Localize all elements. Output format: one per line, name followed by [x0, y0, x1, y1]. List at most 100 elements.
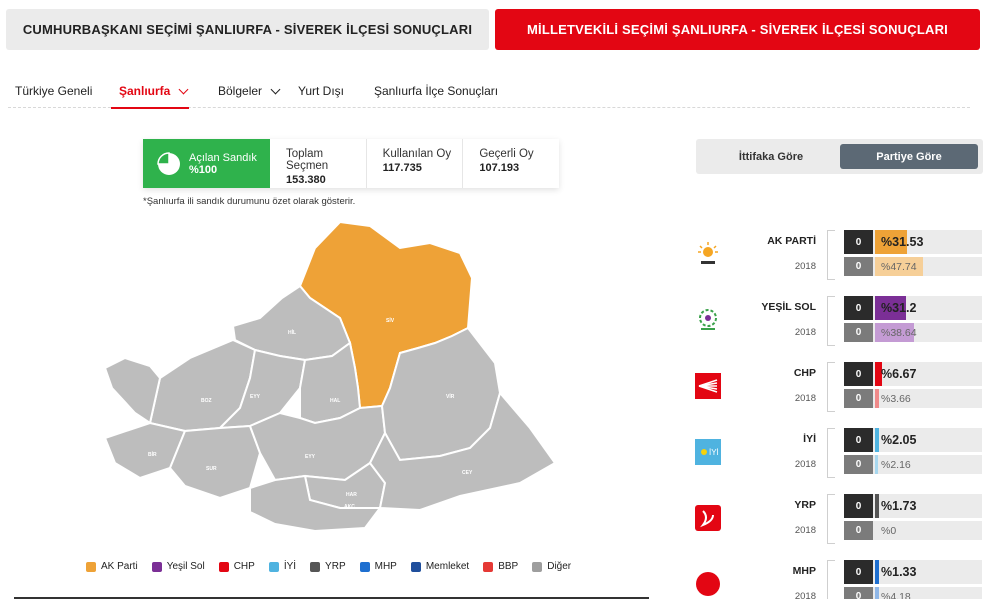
party-row[interactable]: YRP 2018 0 %1.73 0 %0	[694, 492, 984, 544]
legend-swatch	[151, 561, 162, 572]
map-district[interactable]	[103, 356, 162, 425]
seat-count: 0	[844, 560, 873, 584]
votes-used-stat: Kullanılan Oy 117.735	[367, 139, 464, 188]
map-district[interactable]	[168, 424, 262, 500]
by-party-tab[interactable]: Partiye Göre	[840, 144, 978, 169]
row-bracket	[827, 428, 835, 478]
vote-share: %6.67	[881, 367, 917, 381]
map-label: HİL	[288, 329, 296, 336]
legend-item: Memleket	[410, 561, 469, 572]
map-label: SİV	[386, 317, 395, 324]
seat-count: 0	[844, 428, 873, 452]
legend-swatch	[86, 561, 96, 572]
row-bracket	[827, 296, 835, 346]
opened-ballots-stat: Açılan Sandık %100	[143, 139, 270, 188]
previous-year: 2018	[794, 591, 816, 599]
map-label: HAL	[330, 398, 340, 404]
previous-seat-count: 0	[844, 257, 873, 276]
nav-label: Yurt Dışı	[298, 84, 345, 98]
by-alliance-tab[interactable]: İttifaka Göre	[701, 144, 841, 169]
legend-swatch	[410, 561, 421, 572]
vote-share: %31.2	[881, 301, 917, 315]
total-voters-value: 153.380	[286, 174, 326, 186]
nav-bolgeler[interactable]: Bölgeler	[218, 84, 281, 98]
previous-vote-share-fill	[875, 455, 878, 474]
previous-vote-share: %0	[881, 524, 897, 537]
legend-swatch	[218, 561, 229, 572]
legend-label: BBP	[498, 561, 519, 572]
chevron-down-icon	[178, 84, 189, 94]
legend-item: AK Parti	[86, 561, 138, 572]
vote-share: %1.73	[881, 499, 917, 513]
district-map: SİV HİL BOZ EYY HAL HAL BİR SUR EYY VİR …	[103, 220, 557, 533]
party-row[interactable]: YEŞİL SOL 2018 0 %31.2 0 %38.64	[694, 294, 984, 346]
party-row[interactable]: AK PARTİ 2018 0 %31.53 0 %47.74	[694, 228, 984, 280]
row-bracket	[827, 362, 835, 412]
active-nav-underline	[111, 107, 189, 109]
previous-year: 2018	[794, 327, 816, 338]
valid-votes-stat: Geçerli Oy 107.193	[463, 139, 559, 188]
party-name: YRP	[794, 499, 816, 511]
previous-result-bar: 0 %2.16	[844, 455, 982, 474]
vote-share: %31.53	[881, 235, 924, 249]
opened-ballots-value: %100	[189, 163, 218, 176]
nav-sanliurfa[interactable]: Şanlıurfa	[119, 84, 189, 98]
legend-swatch	[532, 561, 543, 572]
nav-yurt-disi[interactable]: Yurt Dışı	[298, 84, 344, 98]
row-bracket	[827, 494, 835, 544]
legend-item: Diğer	[532, 561, 571, 572]
map-label: BİR	[148, 451, 157, 458]
previous-vote-share: %2.16	[881, 458, 911, 471]
map-label: HAR	[346, 492, 357, 498]
ysp-logo-icon	[694, 306, 722, 334]
previous-year: 2018	[794, 393, 816, 404]
nav-label: Bölgeler	[218, 84, 263, 98]
legend-item: BBP	[483, 561, 518, 572]
previous-year: 2018	[794, 525, 816, 536]
map-label: CEY	[462, 470, 473, 476]
votes-used-value: 117.735	[382, 162, 422, 174]
vote-share-fill	[875, 560, 879, 584]
grouping-toggle: İttifaka Göre Partiye Göre	[696, 139, 983, 174]
party-name: CHP	[793, 367, 816, 379]
map-label: AKÇ	[344, 504, 355, 510]
legend-label: MHP	[374, 561, 397, 572]
previous-seat-count: 0	[844, 521, 873, 540]
current-result-bar: 0 %1.73	[844, 494, 982, 518]
legend-swatch	[359, 561, 370, 572]
akp-logo-icon	[694, 240, 722, 268]
legend-label: Yeşil Sol	[166, 561, 205, 572]
total-voters-label: Toplam Seçmen	[286, 148, 329, 172]
valid-votes-label: Geçerli Oy	[479, 148, 534, 160]
party-row[interactable]: CHP 2018 0 %6.67 0 %3.66	[694, 360, 984, 412]
yrp-logo-icon	[694, 504, 722, 532]
iyi-logo-icon: İYİ	[694, 438, 722, 466]
party-row[interactable]: İYİ İYİ 2018 0 %2.05 0 %2.16	[694, 426, 984, 478]
legend-label: AK Parti	[101, 561, 138, 572]
total-voters-stat: Toplam Seçmen 153.380	[270, 139, 367, 188]
nav-district-results[interactable]: Şanlıurfa İlçe Sonuçları	[374, 84, 498, 98]
previous-seat-count: 0	[844, 389, 873, 408]
nav-label: Şanlıurfa İlçe Sonuçları	[374, 84, 499, 98]
parliamentary-results-button[interactable]: MİLLETVEKİLİ SEÇİMİ ŞANLIURFA - SİVEREK …	[495, 9, 980, 50]
legend-swatch	[310, 561, 321, 572]
previous-seat-count: 0	[844, 587, 873, 599]
seat-count: 0	[844, 296, 873, 320]
legend-swatch	[483, 561, 494, 572]
region-nav: Türkiye Geneli Şanlıurfa Bölgeler Yurt D…	[8, 74, 970, 109]
legend-item: CHP	[218, 561, 255, 572]
map-label: HAL	[110, 401, 120, 407]
previous-vote-share: %38.64	[881, 326, 917, 339]
legend-item: Yeşil Sol	[151, 561, 205, 572]
presidential-results-button[interactable]: CUMHURBAŞKANI SEÇİMİ ŞANLIURFA - SİVEREK…	[6, 9, 489, 50]
map-label: BOZ	[201, 398, 212, 404]
previous-vote-share-fill	[875, 389, 879, 408]
party-row[interactable]: MHP 2018 0 %1.33 0 %4.18	[694, 558, 984, 599]
map-label: EYY	[305, 454, 316, 460]
legend-swatch	[268, 561, 279, 572]
seat-count: 0	[844, 494, 873, 518]
nav-turkiye-geneli[interactable]: Türkiye Geneli	[15, 84, 92, 98]
previous-seat-count: 0	[844, 323, 873, 342]
vote-share: %1.33	[881, 565, 917, 579]
mhp-logo-icon	[694, 570, 722, 598]
